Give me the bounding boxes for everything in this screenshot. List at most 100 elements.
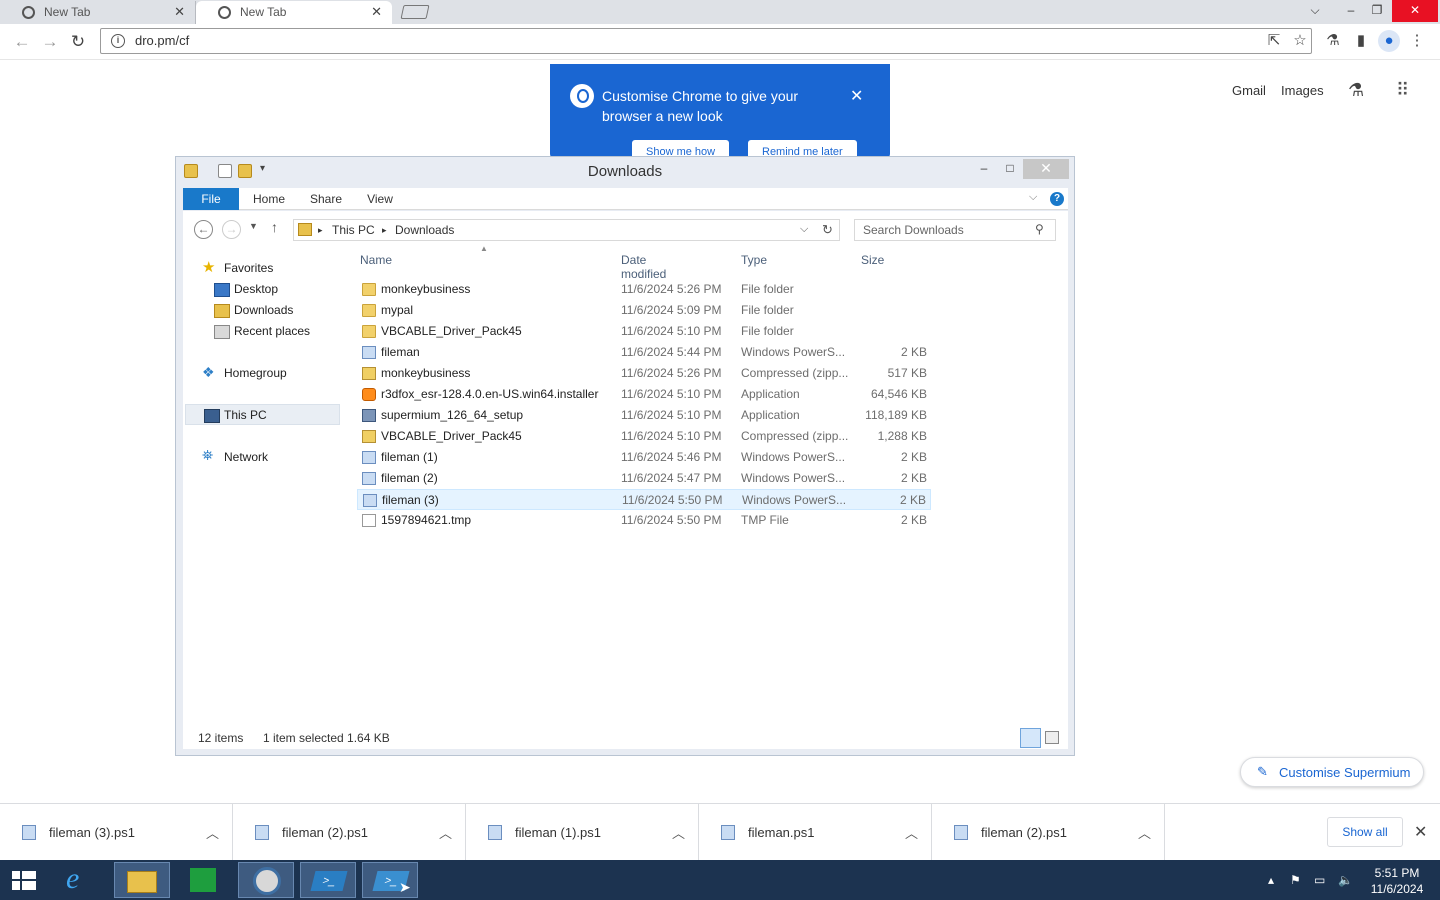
tab-close-icon[interactable]: ✕ bbox=[174, 1, 185, 23]
nav-recent-places[interactable]: Recent places bbox=[234, 324, 310, 338]
powershell-ise-taskbar[interactable]: >_ ➤ bbox=[362, 862, 418, 898]
powershell-file-icon bbox=[363, 494, 377, 507]
windows-logo-icon bbox=[12, 871, 20, 879]
recent-locations-chevron-icon[interactable]: ▼ bbox=[249, 221, 258, 231]
column-type[interactable]: Type bbox=[741, 253, 767, 267]
breadcrumb-this-pc[interactable]: This PC bbox=[332, 223, 375, 237]
refresh-icon[interactable]: ↻ bbox=[822, 222, 833, 238]
internet-explorer-taskbar[interactable]: e bbox=[54, 862, 110, 898]
nav-homegroup[interactable]: Homegroup bbox=[224, 366, 287, 380]
explorer-titlebar[interactable]: ▾ Downloads – □ ✕ bbox=[176, 157, 1074, 185]
site-info-icon[interactable]: i bbox=[111, 34, 125, 48]
side-panel-icon[interactable]: ▮ bbox=[1350, 30, 1372, 52]
file-date-modified: 11/6/2024 5:50 PM bbox=[621, 513, 722, 527]
store-taskbar[interactable] bbox=[176, 862, 232, 898]
search-icon[interactable]: ⚲ bbox=[1035, 222, 1044, 236]
download-options-chevron-icon[interactable]: ︿ bbox=[1138, 823, 1151, 842]
ribbon-tab-view[interactable]: View bbox=[359, 188, 401, 210]
network-tray-icon[interactable]: ▭ bbox=[1314, 873, 1325, 887]
promo-close-icon[interactable]: ✕ bbox=[850, 86, 863, 106]
help-icon[interactable]: ? bbox=[1050, 192, 1064, 206]
column-name[interactable]: Name bbox=[360, 253, 392, 267]
taskbar-clock[interactable]: 5:51 PM 11/6/2024 bbox=[1365, 865, 1429, 897]
file-row[interactable]: fileman (2) 11/6/2024 5:47 PM Windows Powe… bbox=[357, 468, 931, 489]
download-item[interactable]: fileman (2).ps1 ︿ bbox=[932, 804, 1165, 861]
start-button[interactable] bbox=[0, 862, 56, 898]
profile-avatar-icon[interactable]: ● bbox=[1378, 30, 1400, 52]
images-link[interactable]: Images bbox=[1281, 83, 1324, 98]
show-hidden-icons-icon[interactable]: ▴ bbox=[1268, 873, 1274, 887]
close-button[interactable]: ✕ bbox=[1023, 159, 1069, 179]
download-item[interactable]: fileman (3).ps1 ︿ bbox=[0, 804, 233, 861]
download-options-chevron-icon[interactable]: ︿ bbox=[672, 823, 685, 842]
forward-arrow-icon[interactable]: → bbox=[222, 220, 241, 239]
explorer-address-bar[interactable]: ▸ This PC ▸ Downloads ⌵ ↻ bbox=[293, 219, 840, 241]
file-row[interactable]: r3dfox_esr-128.4.0.en-US.win64.installer… bbox=[357, 384, 931, 405]
file-row[interactable]: VBCABLE_Driver_Pack45 11/6/2024 5:10 PM Fi… bbox=[357, 321, 931, 342]
large-icons-view-icon[interactable] bbox=[1045, 731, 1059, 744]
ribbon-tab-share[interactable]: Share bbox=[303, 188, 349, 210]
back-arrow-icon[interactable]: ← bbox=[194, 220, 213, 239]
breadcrumb-downloads[interactable]: Downloads bbox=[395, 223, 454, 237]
column-date-modified[interactable]: Date modified bbox=[621, 253, 666, 281]
recent-places-icon bbox=[214, 325, 230, 339]
file-size: 2 KB bbox=[900, 471, 927, 485]
bookmark-star-icon[interactable]: ☆ bbox=[1289, 30, 1311, 52]
ribbon-tab-file[interactable]: File bbox=[183, 188, 239, 210]
new-tab-button[interactable] bbox=[400, 5, 430, 19]
volume-icon[interactable]: 🔈 bbox=[1338, 873, 1353, 887]
show-all-button[interactable]: Show all bbox=[1327, 817, 1403, 847]
address-bar[interactable]: i dro.pm/cf ⇱ ☆ bbox=[100, 28, 1312, 54]
powershell-taskbar[interactable]: >_ bbox=[300, 862, 356, 898]
browser-tab-1[interactable]: New Tab ✕ bbox=[0, 1, 196, 24]
labs-flask-icon[interactable]: ⚗ bbox=[1322, 30, 1344, 52]
more-menu-icon[interactable]: ⋮ bbox=[1406, 30, 1428, 52]
file-row[interactable]: monkeybusiness 11/6/2024 5:26 PM File fold… bbox=[357, 279, 931, 300]
download-item[interactable]: fileman (2).ps1 ︿ bbox=[233, 804, 466, 861]
supermium-taskbar[interactable] bbox=[238, 862, 294, 898]
gmail-link[interactable]: Gmail bbox=[1232, 83, 1266, 98]
search-downloads-input[interactable]: Search Downloads ⚲ bbox=[854, 219, 1056, 241]
column-size[interactable]: Size bbox=[861, 253, 884, 267]
download-filename: fileman (3).ps1 bbox=[49, 825, 135, 840]
download-shelf: fileman (3).ps1 ︿ fileman (2).ps1 ︿ file… bbox=[0, 803, 1440, 861]
file-row[interactable]: supermium_126_64_setup 11/6/2024 5:10 PM A… bbox=[357, 405, 931, 426]
back-arrow-icon[interactable]: ← bbox=[10, 30, 34, 54]
download-options-chevron-icon[interactable]: ︿ bbox=[206, 823, 219, 842]
nav-network[interactable]: Network bbox=[224, 450, 268, 464]
file-row[interactable]: VBCABLE_Driver_Pack45 11/6/2024 5:10 PM Co… bbox=[357, 426, 931, 447]
download-item[interactable]: fileman (1).ps1 ︿ bbox=[466, 804, 699, 861]
file-row[interactable]: fileman (3) 11/6/2024 5:50 PM Windows Powe… bbox=[357, 489, 931, 510]
details-view-icon[interactable] bbox=[1020, 728, 1041, 748]
forward-arrow-icon[interactable]: → bbox=[38, 30, 62, 54]
address-dropdown-chevron-icon[interactable]: ⌵ bbox=[800, 223, 808, 236]
labs-flask-icon[interactable]: ⚗ bbox=[1348, 80, 1364, 101]
apps-grid-icon[interactable]: ⠿ bbox=[1396, 80, 1409, 101]
action-center-flag-icon[interactable]: ⚑ bbox=[1290, 873, 1301, 887]
share-icon[interactable]: ⇱ bbox=[1263, 30, 1285, 52]
maximize-button[interactable]: □ bbox=[996, 159, 1024, 179]
file-row[interactable]: fileman 11/6/2024 5:44 PM Windows PowerS..… bbox=[357, 342, 931, 363]
close-shelf-icon[interactable]: ✕ bbox=[1414, 822, 1427, 842]
tab-close-icon[interactable]: ✕ bbox=[371, 1, 382, 23]
minimize-button[interactable]: – bbox=[970, 159, 998, 179]
download-options-chevron-icon[interactable]: ︿ bbox=[439, 823, 452, 842]
customise-supermium-button[interactable]: ✎ Customise Supermium bbox=[1240, 757, 1424, 787]
nav-downloads[interactable]: Downloads bbox=[234, 303, 293, 317]
nav-this-pc[interactable]: This PC bbox=[224, 408, 267, 422]
browser-tab-2[interactable]: New Tab ✕ bbox=[196, 1, 392, 24]
file-row[interactable]: 1597894621.tmp 11/6/2024 5:50 PM TMP File 2… bbox=[357, 510, 931, 531]
ribbon-tab-home[interactable]: Home bbox=[245, 188, 293, 210]
file-row[interactable]: monkeybusiness 11/6/2024 5:26 PM Compresse… bbox=[357, 363, 931, 384]
up-arrow-icon[interactable]: ↑ bbox=[271, 219, 278, 235]
file-row[interactable]: mypal 11/6/2024 5:09 PM File folder bbox=[357, 300, 931, 321]
reload-icon[interactable]: ↻ bbox=[66, 30, 90, 54]
nav-favorites[interactable]: Favorites bbox=[224, 261, 273, 275]
file-explorer-taskbar[interactable] bbox=[114, 862, 170, 898]
download-item[interactable]: fileman.ps1 ︿ bbox=[699, 804, 932, 861]
close-window-button[interactable]: ✕ bbox=[1392, 0, 1438, 22]
nav-desktop[interactable]: Desktop bbox=[234, 282, 278, 296]
file-row[interactable]: fileman (1) 11/6/2024 5:46 PM Windows Powe… bbox=[357, 447, 931, 468]
download-options-chevron-icon[interactable]: ︿ bbox=[905, 823, 918, 842]
ribbon-expand-chevron-icon[interactable]: ⌵ bbox=[1029, 191, 1037, 204]
